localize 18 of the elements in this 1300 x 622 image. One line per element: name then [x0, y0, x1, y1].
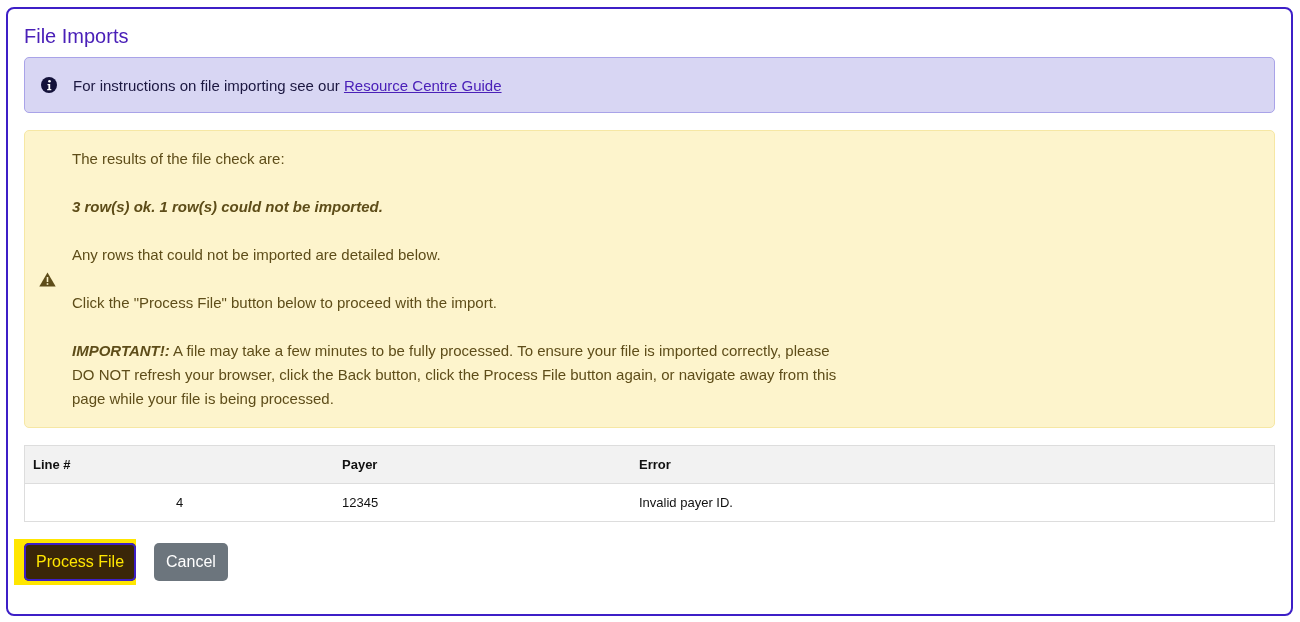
- column-header: Line #: [24, 445, 334, 484]
- alert-paragraph: Click the "Process File" button below to proceed with the import.: [72, 293, 498, 313]
- table-cell: 4: [24, 483, 334, 522]
- alert-paragraph: Any rows that could not be imported are detailed below.: [72, 245, 442, 265]
- column-header: Payer: [334, 445, 631, 484]
- alert-paragraph: The results of the file check are:: [72, 149, 286, 169]
- table-cell: Invalid payer ID.: [631, 483, 1275, 522]
- warning-icon: [39, 271, 56, 287]
- page-title: File Imports: [24, 24, 129, 49]
- table-cell: 12345: [334, 483, 631, 522]
- resource-guide-link[interactable]: Resource Centre Guide: [343, 76, 502, 94]
- process-button[interactable]: Process File: [24, 543, 137, 581]
- info-text: For instructions on file importing see our Resource Centre Guide: [73, 76, 502, 94]
- alert-paragraph: 3 row(s) ok. 1 row(s) could not be imported.: [72, 197, 384, 217]
- column-header: Error: [631, 445, 1275, 484]
- cancel-button[interactable]: Cancel: [154, 543, 228, 581]
- alert-paragraph: IMPORTANT!: A file may take a few minutes to be fully processed. To ensure your file is imported correctly, please DO NOT refresh your browser, click the Back button, click the Process File button again, or navigate away from this page while your file is being processed.: [72, 341, 837, 409]
- info-icon: [41, 77, 57, 93]
